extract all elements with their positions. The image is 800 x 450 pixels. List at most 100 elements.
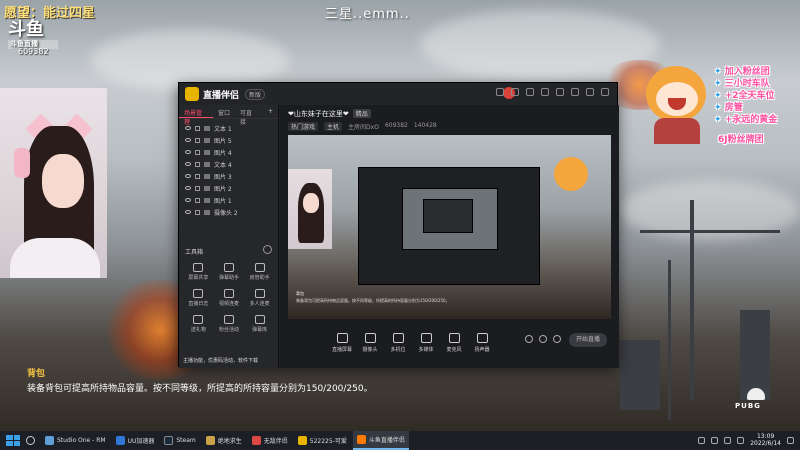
taskbar-app[interactable]: Steam [160,431,199,450]
taskbar-app[interactable]: UU加速器 [112,431,159,450]
chevron-up-icon[interactable] [698,436,706,444]
version-badge[interactable]: 新版 [245,88,266,100]
bulletin-text: 三小时车队 [724,79,770,89]
tab-scene-manage[interactable]: 场景管理 [179,105,213,126]
streaming-app-window[interactable]: 直播伴侣 新版 场景管理 窗口 可直接 + 文本 1 图片 5 图片 4 文本 … [178,82,619,368]
message-icon[interactable] [496,88,504,96]
media-source-button[interactable]: 多媒体 [412,333,440,353]
close-icon[interactable] [601,88,609,96]
pubg-icon [205,436,215,445]
subcategory-chip[interactable]: 主机 [324,122,343,131]
lock-icon[interactable] [195,185,200,191]
tool-button[interactable]: 直播日志 [183,289,214,307]
camera-source-button[interactable]: 摄像头 [356,333,384,353]
search-icon[interactable] [26,436,35,445]
ctrl-label: 直播屏幕 [331,347,352,353]
eye-icon[interactable] [185,150,191,154]
eye-icon[interactable] [185,198,191,202]
lock-icon[interactable] [195,137,200,143]
center-caption: 三星..emm.. [325,7,410,22]
volume-icon[interactable] [724,436,732,444]
preview-face [303,193,319,213]
room-id-text: 609382 [18,47,49,56]
taskbar-app[interactable]: 522225-可爱 [294,431,351,450]
lock-icon[interactable] [195,197,200,203]
tab-window[interactable]: 窗口 [213,105,235,118]
category-chip[interactable]: 热门游戏 [288,122,319,131]
room-meta: 热门游戏 主机 主房间DxO 609382 140428 [288,122,437,131]
camera-icon [364,333,376,343]
scene-item[interactable]: 图片 5 [179,134,278,146]
tool-button[interactable]: 视频连麦 [214,289,245,307]
scene-item[interactable]: 摄像头 2 [179,206,278,218]
add-scene-button[interactable]: + [263,105,278,118]
tool-button[interactable]: 弹幕助手 [214,263,245,281]
scene-item[interactable]: 文本 1 [179,122,278,134]
room-title[interactable]: ❤山东妹子在这里❤ [288,110,349,118]
eye-icon[interactable] [185,138,191,142]
eye-icon[interactable] [185,162,191,166]
mini-controls [525,335,561,343]
minimize-icon[interactable] [571,88,579,96]
gear-icon[interactable] [553,335,561,343]
windows-start-icon[interactable] [6,435,20,446]
taskbar-label: Studio One - RM [57,437,106,444]
image-source-icon [204,185,210,191]
tool-button[interactable]: 屏幕共享 [183,263,214,281]
tool-button[interactable]: 弹幕库 [244,315,275,333]
eye-icon[interactable] [185,186,191,190]
scene-item[interactable]: 图片 2 [179,182,278,194]
menu-icon[interactable] [556,88,564,96]
scene-label: 图片 2 [214,185,232,193]
clock[interactable]: 13:09 2022/6/14 [750,433,781,447]
scene-label: 图片 4 [214,149,232,157]
lock-icon[interactable] [195,161,200,167]
app-titlebar[interactable]: 直播伴侣 新版 [179,83,617,105]
image-source-icon [204,149,210,155]
record-icon[interactable] [525,335,533,343]
start-live-button[interactable]: 开始直播 [569,333,607,347]
maximize-icon[interactable] [586,88,594,96]
toolbox-toggle-icon[interactable] [263,245,272,254]
taskbar-app-active[interactable]: 斗鱼直播伴侣 [352,431,409,450]
scene-item[interactable]: 文本 4 [179,158,278,170]
pip-icon[interactable] [539,335,547,343]
eye-icon[interactable] [185,174,191,178]
notification-icon[interactable] [787,436,794,444]
image-source-icon [204,173,210,179]
stream-frame: 愿望：能过四星 三星..emm.. 斗鱼 斗鱼直播 609382 ✦ 加入粉丝团… [0,0,800,450]
eye-icon[interactable] [185,210,191,214]
taskbar-app[interactable]: 绝地求生 [202,431,246,450]
gift-icon[interactable] [511,88,519,96]
task-icon[interactable] [526,88,534,96]
multi-cam-button[interactable]: 多机位 [384,333,412,353]
scene-item[interactable]: 图片 3 [179,170,278,182]
webcam-feed [0,88,107,278]
tool-button[interactable]: 粉丝活动 [214,315,245,333]
gift-send-icon [193,315,204,324]
scene-item[interactable]: 图片 4 [179,146,278,158]
lock-icon[interactable] [195,149,200,155]
taskbar-app[interactable]: Studio One - RM [41,431,110,450]
microphone-button[interactable]: 麦克风 [440,333,468,353]
stream-preview[interactable]: 背包 装备背包可提高所持物品容量。按不同等级，所提高的所持容量分别为150/20… [288,135,611,319]
bulletin-text: +2全天车位 [724,91,775,101]
scene-item[interactable]: 图片 1 [179,194,278,206]
tool-button[interactable]: 房管助手 [244,263,275,281]
lock-icon[interactable] [195,173,200,179]
sidebar-footer[interactable]: 主播功能，优惠码活动，软件下载 [183,357,258,364]
tab-direct[interactable]: 可直接 [235,105,263,126]
tool-button[interactable]: 送礼物 [183,315,214,333]
taskbar-label: UU加速器 [127,438,155,445]
screen-source-button[interactable]: 直播屏幕 [328,333,356,353]
lock-icon[interactable] [195,209,200,215]
settings-icon[interactable] [541,88,549,96]
taskbar-app[interactable]: 无敌伴侣 [248,431,292,450]
tool-button[interactable]: 多人连麦 [244,289,275,307]
network-icon[interactable] [711,436,719,444]
speaker-button[interactable]: 扬声器 [468,333,496,353]
eye-icon[interactable] [185,126,191,130]
ime-icon[interactable] [737,436,745,444]
lock-icon[interactable] [195,125,200,131]
streamer-face [42,154,84,208]
